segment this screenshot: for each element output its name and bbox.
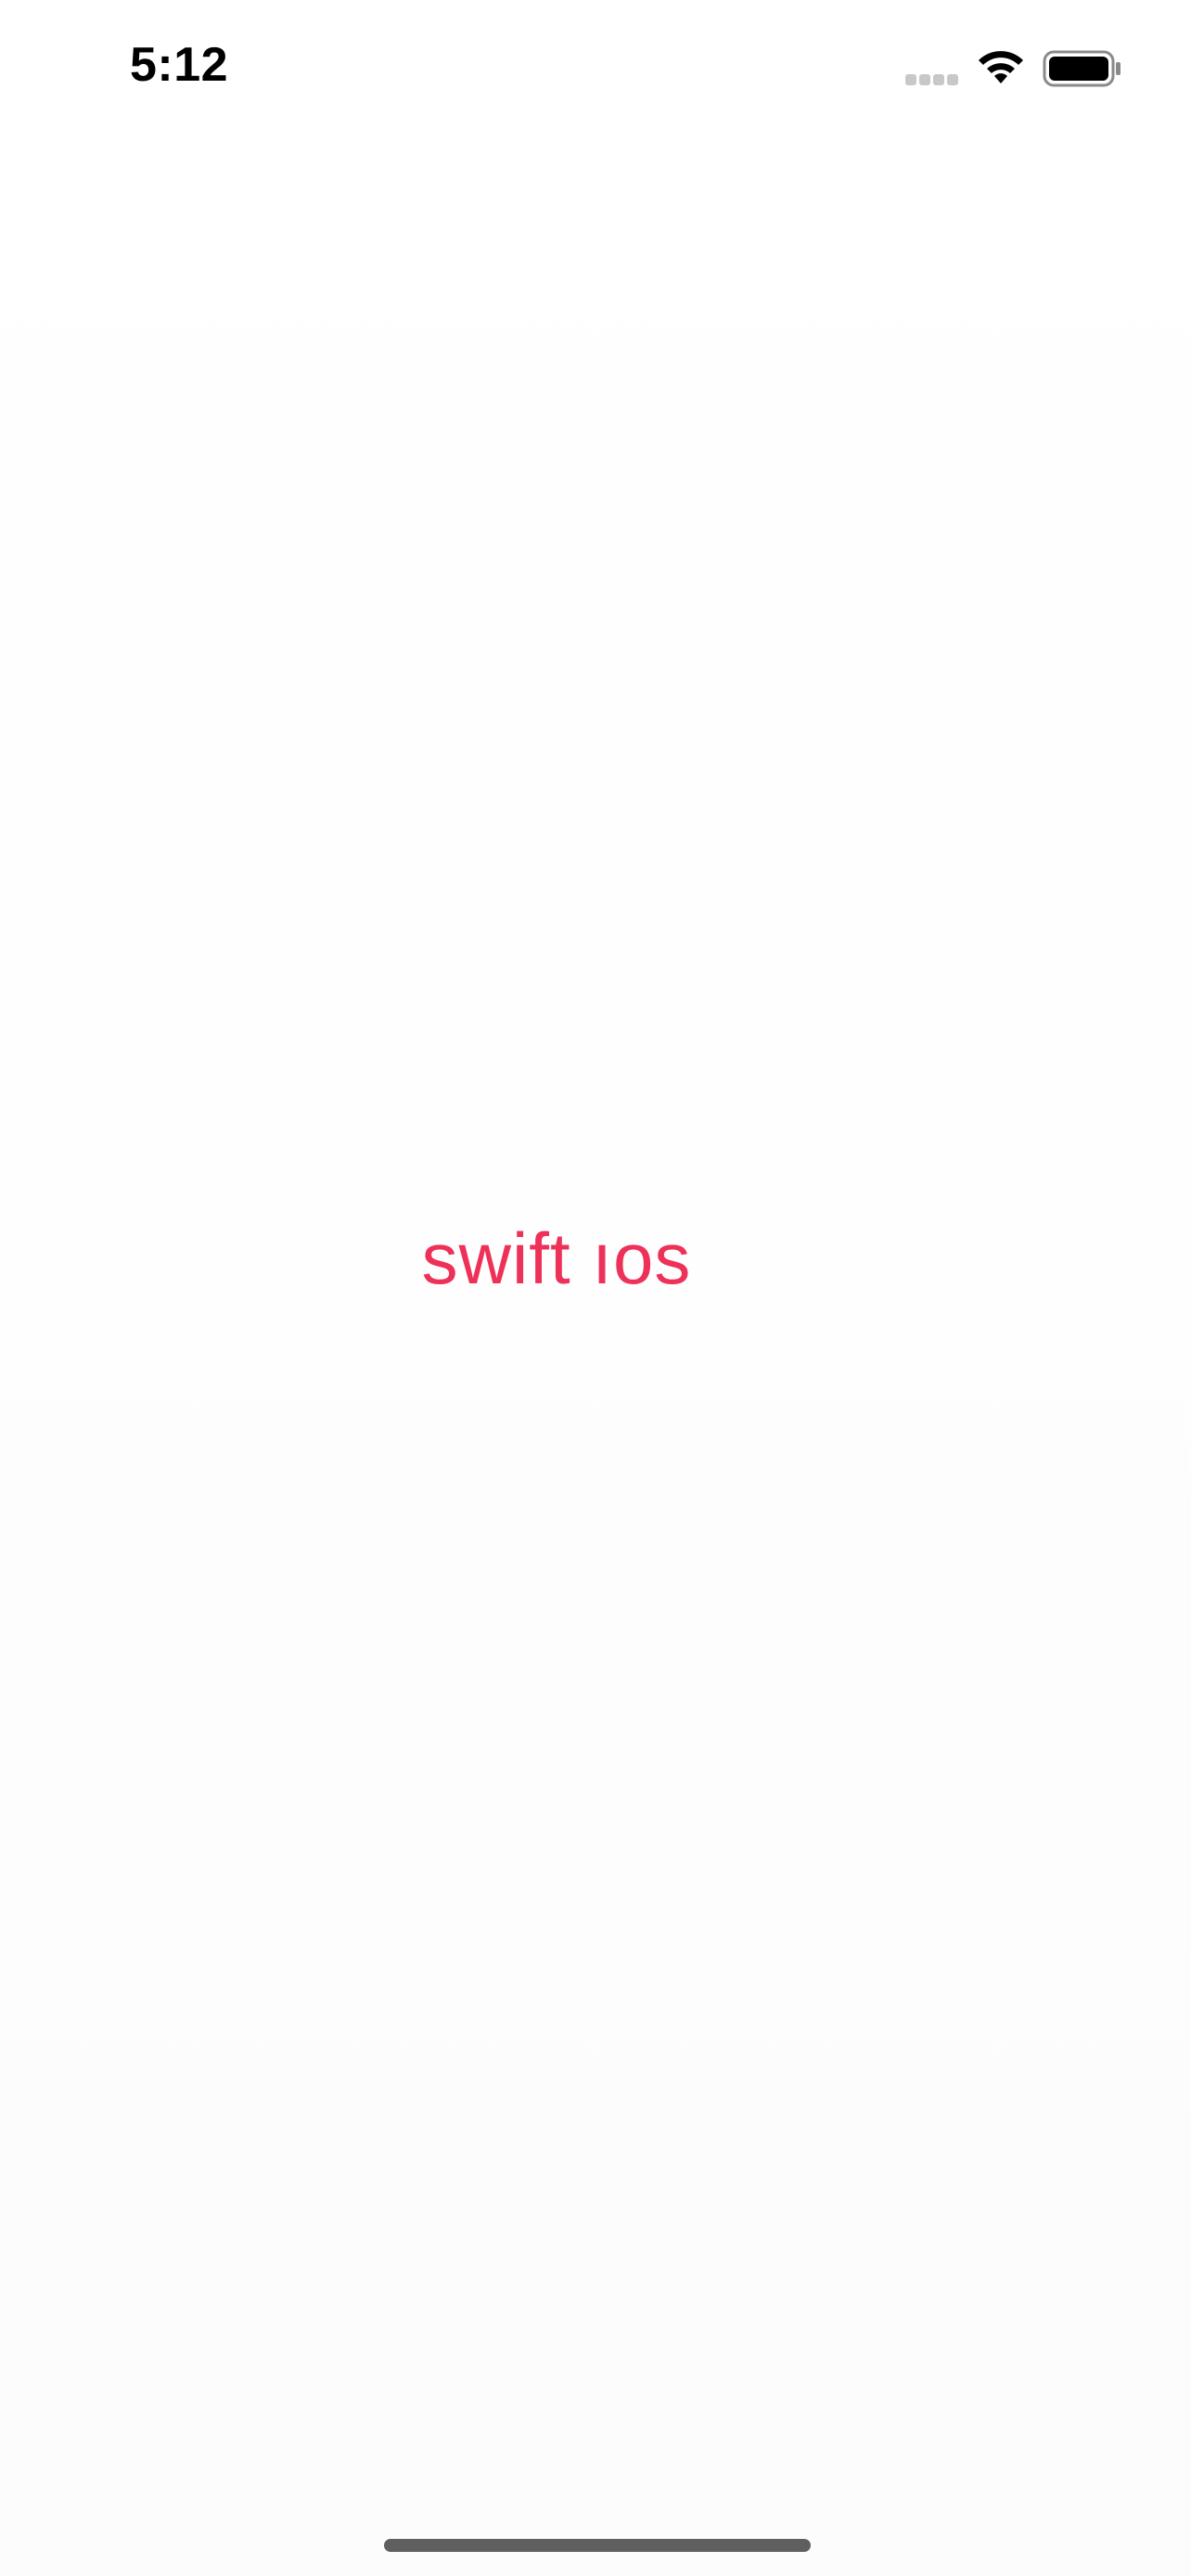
main-label: swift ıos [421, 1218, 692, 1299]
wifi-icon [979, 51, 1023, 83]
status-time: 5:12 [130, 38, 229, 92]
status-bar: 5:12 [0, 0, 1191, 139]
app-screen: 5:12 swift ıos [0, 0, 1191, 2576]
signal-dots-icon [905, 74, 961, 85]
battery-icon [1043, 50, 1121, 87]
home-indicator[interactable] [384, 2539, 811, 2552]
